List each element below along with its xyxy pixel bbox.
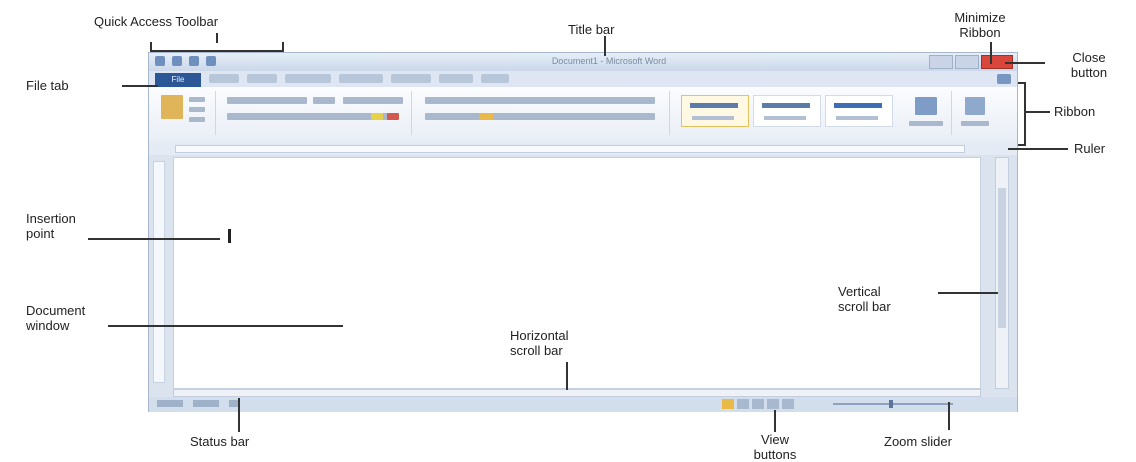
editing-group[interactable] (955, 91, 995, 135)
label-view-buttons: View buttons (725, 432, 825, 462)
label-close-button-line2: button (1070, 65, 1108, 80)
diagram-canvas: Document1 - Microsoft Word File Quick Ac… (0, 0, 1136, 462)
label-view-buttons-line1: View (761, 432, 789, 447)
zoom-slider-knob[interactable] (889, 400, 893, 408)
zoom-slider-leader (948, 402, 950, 430)
view-buttons-leader (774, 410, 776, 432)
label-minimize-ribbon: Minimize Ribbon (925, 10, 1035, 40)
ribbon-bracket (1018, 82, 1026, 146)
label-insertion-point: Insertion point (26, 211, 76, 241)
title-bar: Document1 - Microsoft Word (149, 53, 1017, 71)
label-zoom-slider: Zoom slider (884, 434, 952, 449)
tab-insert[interactable] (247, 74, 277, 83)
minimize-ribbon-button[interactable] (997, 74, 1011, 84)
maximize-window-button[interactable] (955, 55, 979, 69)
label-document-window-line1: Document (26, 303, 86, 318)
redo-icon[interactable] (189, 56, 199, 66)
file-tab-leader (122, 85, 158, 87)
vertical-scroll-thumb[interactable] (998, 188, 1006, 328)
outline-view-button[interactable] (767, 399, 779, 409)
window-controls (929, 55, 1013, 69)
label-ruler: Ruler (1074, 141, 1106, 156)
horizontal-scroll-bar[interactable] (173, 389, 981, 397)
tab-view[interactable] (481, 74, 509, 83)
horizontal-ruler[interactable] (175, 145, 965, 153)
status-info (157, 400, 239, 407)
label-status-bar: Status bar (190, 434, 250, 449)
style-normal[interactable] (681, 95, 749, 127)
status-bar-leader (238, 398, 240, 432)
qat-bracket (150, 42, 284, 52)
tab-page-layout[interactable] (285, 74, 331, 83)
label-vertical-scroll-bar: Vertical scroll bar (838, 284, 891, 314)
label-close-button: Close button (1044, 50, 1134, 80)
ruler-leader (1008, 148, 1068, 150)
view-buttons (722, 399, 794, 409)
label-insertion-point-line1: Insertion (26, 211, 76, 226)
label-close-button-line1: Close (1072, 50, 1106, 65)
window-title: Document1 - Microsoft Word (551, 56, 667, 66)
title-bar-leader (604, 36, 606, 56)
tab-review[interactable] (439, 74, 473, 83)
label-ribbon: Ribbon (1054, 104, 1096, 119)
clipboard-group (155, 91, 216, 135)
label-minimize-ribbon-line1: Minimize (954, 10, 1006, 25)
web-layout-view-button[interactable] (752, 399, 764, 409)
label-file-tab: File tab (26, 78, 69, 93)
label-horizontal-scroll-bar-line1: Horizontal (510, 328, 569, 343)
draft-view-button[interactable] (782, 399, 794, 409)
vertical-scroll-bar[interactable] (995, 157, 1009, 389)
label-horizontal-scroll-bar-line2: scroll bar (510, 343, 563, 358)
label-quick-access-toolbar: Quick Access Toolbar (94, 14, 219, 29)
ribbon-tabs: File (149, 71, 1017, 87)
zoom-slider[interactable] (833, 400, 953, 408)
qat-leader (216, 33, 218, 43)
label-insertion-point-line2: point (26, 226, 55, 241)
paragraph-group (419, 91, 670, 135)
customize-icon[interactable] (206, 56, 216, 66)
ribbon-leader (1026, 111, 1050, 113)
font-group (221, 91, 412, 135)
label-horizontal-scroll-bar: Horizontal scroll bar (510, 328, 569, 358)
undo-icon[interactable] (172, 56, 182, 66)
document-window-leader (108, 325, 343, 327)
save-icon[interactable] (155, 56, 165, 66)
label-vertical-scroll-bar-line2: scroll bar (838, 299, 891, 314)
style-no-spacing[interactable] (753, 95, 821, 127)
vertical-scroll-leader (938, 292, 998, 294)
insertion-point-leader (88, 238, 220, 240)
tab-mailings[interactable] (391, 74, 431, 83)
label-document-window: Document window (26, 303, 85, 333)
print-layout-view-button[interactable] (722, 399, 734, 409)
change-styles-button[interactable] (901, 91, 952, 135)
label-document-window-line2: window (26, 318, 70, 333)
close-button-leader (1005, 62, 1045, 64)
ribbon-tab-list (209, 74, 509, 83)
status-bar (149, 397, 1017, 412)
ruler-bar (149, 143, 1017, 155)
vertical-ruler[interactable] (153, 161, 165, 383)
full-screen-view-button[interactable] (737, 399, 749, 409)
file-tab[interactable]: File (155, 73, 201, 87)
label-vertical-scroll-bar-line1: Vertical (838, 284, 881, 299)
tab-home[interactable] (209, 74, 239, 83)
label-minimize-ribbon-line2: Ribbon (959, 25, 1001, 40)
word-window: Document1 - Microsoft Word File (148, 52, 1018, 412)
style-heading-1[interactable] (825, 95, 893, 127)
horizontal-scroll-leader (566, 362, 568, 390)
minimize-window-button[interactable] (929, 55, 953, 69)
insertion-point-cursor (228, 229, 231, 243)
document-page[interactable] (173, 157, 981, 389)
tab-references[interactable] (339, 74, 383, 83)
minimize-ribbon-leader (990, 42, 992, 64)
ribbon (149, 87, 1017, 144)
label-title-bar: Title bar (568, 22, 615, 37)
quick-access-toolbar[interactable] (155, 56, 216, 66)
